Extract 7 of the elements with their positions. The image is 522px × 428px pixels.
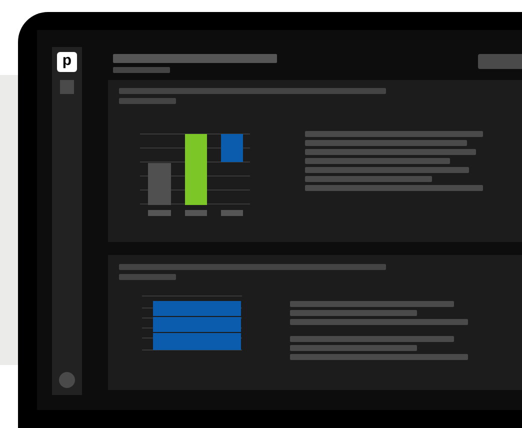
nav-icon[interactable] <box>60 80 74 94</box>
text-placeholder <box>119 98 176 104</box>
app-logo[interactable]: p <box>57 52 77 72</box>
avatar-icon[interactable] <box>59 372 75 388</box>
text-placeholder <box>119 274 176 280</box>
header-button[interactable] <box>478 54 522 69</box>
text-placeholder <box>113 67 170 73</box>
